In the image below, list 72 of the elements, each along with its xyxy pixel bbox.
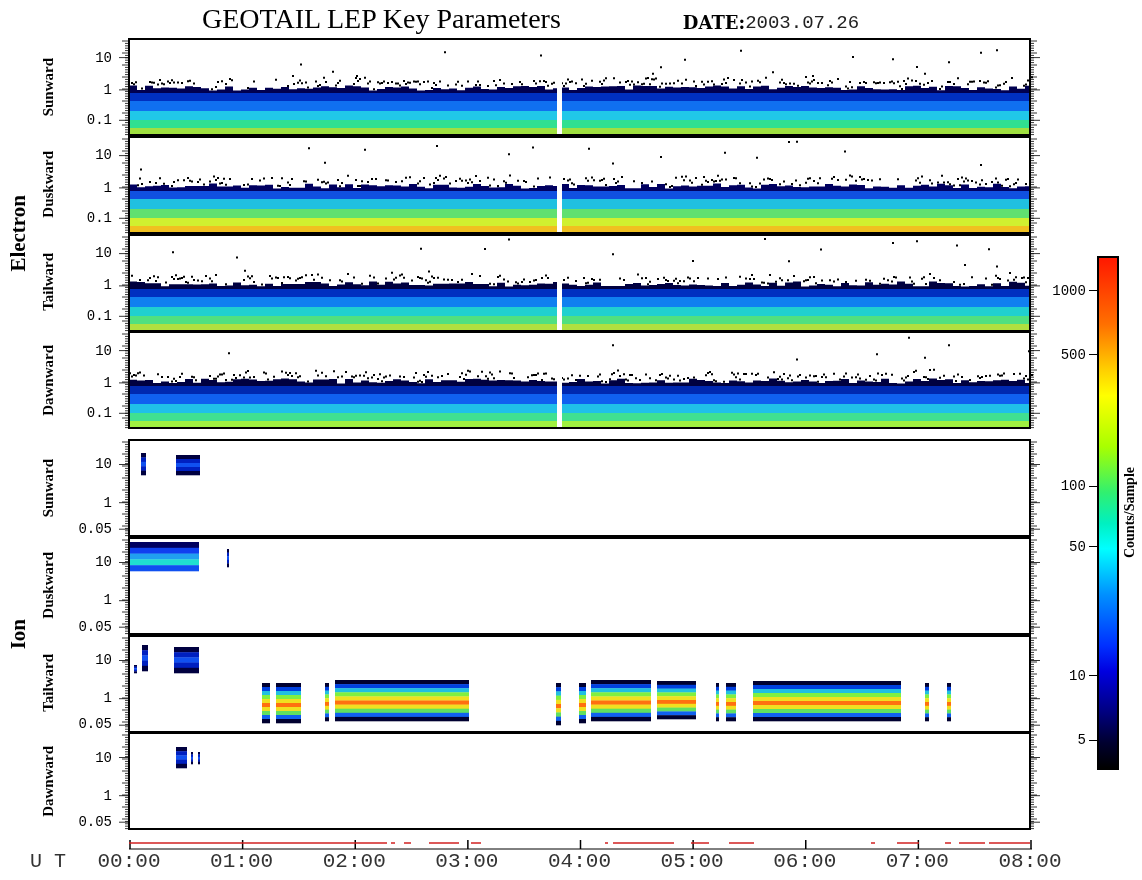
flux-patch bbox=[325, 682, 329, 721]
axis-tick-label: 0.1 bbox=[86, 209, 112, 226]
species-label: Electron bbox=[7, 195, 29, 272]
flux-patch bbox=[276, 682, 301, 723]
flux-patch bbox=[134, 664, 137, 673]
flux-patch bbox=[174, 646, 199, 673]
flux-patch bbox=[726, 682, 736, 721]
axis-tick-label: 0.05 bbox=[78, 618, 112, 635]
axis-tick-label: 1 bbox=[103, 494, 112, 511]
flux-patch bbox=[579, 682, 586, 723]
direction-label: Sunward bbox=[40, 57, 56, 117]
direction-label: Duskward bbox=[40, 151, 56, 218]
axis-tick-label: 1 bbox=[103, 690, 112, 707]
axis-tick-label: 0.05 bbox=[78, 520, 112, 537]
flux-patch bbox=[947, 682, 951, 721]
axis-tick-label: 10 bbox=[95, 651, 112, 668]
flux-patch bbox=[556, 682, 561, 725]
date-label: DATE: bbox=[682, 12, 746, 34]
direction-label: Tailward bbox=[40, 253, 56, 312]
axis-tick-label: 10 bbox=[95, 554, 112, 571]
axis-tick-label: 0.1 bbox=[86, 307, 112, 324]
flux-patch bbox=[591, 679, 651, 721]
flux-patch bbox=[176, 747, 187, 769]
species-label: Ion bbox=[7, 619, 29, 650]
time-tick-label: 01:00 bbox=[210, 850, 274, 874]
date-value: 2003.07.26 bbox=[745, 12, 860, 34]
axis-tick-label: 1 bbox=[103, 375, 112, 392]
axis-tick-label: 1 bbox=[103, 81, 112, 98]
direction-label: Dawnward bbox=[40, 344, 56, 416]
flux-patch bbox=[176, 455, 200, 476]
flux-patch bbox=[141, 453, 146, 476]
time-tick-label: 04:00 bbox=[548, 850, 611, 874]
colorbar-tick-label: 10 bbox=[1069, 667, 1097, 684]
time-tick-label: 02:00 bbox=[322, 850, 386, 874]
flux-patch bbox=[716, 682, 719, 721]
flux-patch bbox=[925, 682, 929, 721]
axis-tick-label: 10 bbox=[95, 49, 112, 66]
colorbar-tick-label: 500 bbox=[1060, 346, 1097, 363]
time-tick-label: 07:00 bbox=[885, 850, 949, 874]
axis-tick-label: 0.05 bbox=[78, 716, 112, 733]
direction-label: Sunward bbox=[40, 458, 56, 518]
direction-label: Tailward bbox=[40, 654, 56, 713]
time-tick-label: 03:00 bbox=[435, 850, 499, 874]
time-tick-label: 00:00 bbox=[97, 850, 161, 874]
colorbar-tick-label: 100 bbox=[1060, 478, 1097, 495]
axis-tick-label: 1 bbox=[103, 179, 112, 196]
axis-tick-label: 0.1 bbox=[86, 405, 112, 422]
colorbar-tick-label: 5 bbox=[1077, 732, 1097, 749]
time-tick-label: 08:00 bbox=[998, 850, 1062, 874]
axis-tick-label: 10 bbox=[95, 749, 112, 766]
flux-patch bbox=[262, 682, 270, 723]
axis-tick-label: 10 bbox=[95, 147, 112, 164]
axis-tick-label: 10 bbox=[95, 456, 112, 473]
axis-tick-label: 1 bbox=[103, 277, 112, 294]
axis-tick-label: 10 bbox=[95, 245, 112, 262]
flux-patch bbox=[129, 541, 199, 572]
time-tick-label: 05:00 bbox=[660, 850, 724, 874]
axis-tick-label: 10 bbox=[95, 342, 112, 359]
time-tick-label: 06:00 bbox=[773, 850, 837, 874]
colorbar-tick-label: 50 bbox=[1069, 538, 1097, 555]
chart-title: GEOTAIL LEP Key Parameters bbox=[202, 4, 561, 34]
colorbar-title: Counts/Sample bbox=[1123, 467, 1138, 559]
flux-patch bbox=[142, 644, 148, 671]
direction-label: Duskward bbox=[40, 552, 56, 619]
direction-label: Dawnward bbox=[40, 745, 56, 817]
axis-tick-label: 0.1 bbox=[86, 112, 112, 129]
flux-patch bbox=[657, 680, 696, 719]
axis-tick-label: 1 bbox=[103, 787, 112, 804]
axis-label: U T bbox=[30, 850, 67, 875]
axis-tick-label: 0.05 bbox=[78, 814, 112, 831]
axis-tick-label: 1 bbox=[103, 592, 112, 609]
colorbar-tick-label: 1000 bbox=[1052, 282, 1097, 299]
